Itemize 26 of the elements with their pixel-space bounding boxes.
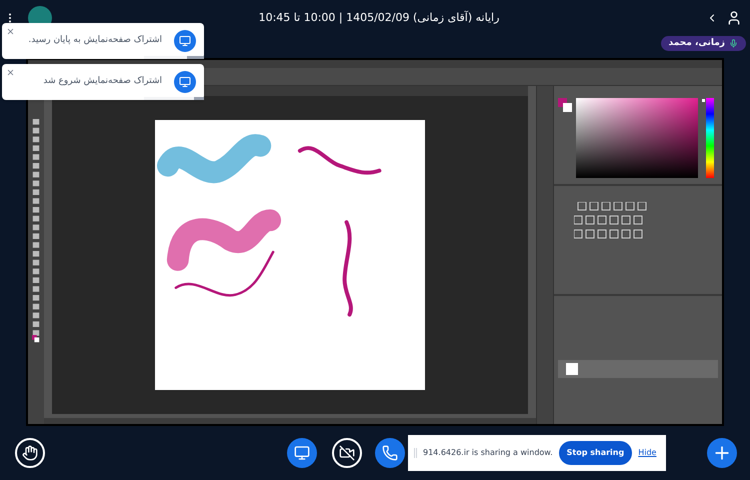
- phone-button[interactable]: [375, 438, 405, 468]
- toast-text: اشتراک صفحه‌نمایش شروع شد: [43, 75, 162, 88]
- screen-share-button[interactable]: [287, 438, 317, 468]
- hue-slider-thumb[interactable]: [702, 99, 705, 102]
- monitor-icon: [294, 445, 310, 461]
- phone-icon: [382, 445, 398, 461]
- camera-off-button[interactable]: [332, 438, 362, 468]
- hand-icon: [22, 445, 38, 461]
- drag-handle-icon[interactable]: [414, 448, 417, 458]
- stop-sharing-button[interactable]: Stop sharing: [558, 441, 632, 465]
- toast-text: اشتراک صفحه‌نمایش به پایان رسید.: [28, 34, 162, 48]
- user-icon[interactable]: [726, 10, 742, 26]
- hide-link[interactable]: Hide: [638, 447, 656, 459]
- add-button[interactable]: [707, 438, 737, 468]
- close-icon[interactable]: [6, 27, 15, 36]
- sharing-message: 914.6426.ir is sharing a window.: [423, 447, 553, 459]
- layer-thumbnail: [566, 363, 578, 375]
- monitor-icon: [174, 30, 196, 52]
- session-title: رایانه (آقای زمانی) 1405/02/09 | 10:00 تا 10:45: [258, 10, 500, 26]
- monitor-icon: [174, 71, 196, 93]
- presenter-name: زمانی، محمد: [668, 36, 725, 50]
- mic-icon: [729, 39, 738, 48]
- camera-off-icon: [339, 445, 355, 461]
- color-swatch-icon: [558, 98, 572, 112]
- raise-hand-button[interactable]: [15, 438, 45, 468]
- close-icon[interactable]: [6, 68, 15, 77]
